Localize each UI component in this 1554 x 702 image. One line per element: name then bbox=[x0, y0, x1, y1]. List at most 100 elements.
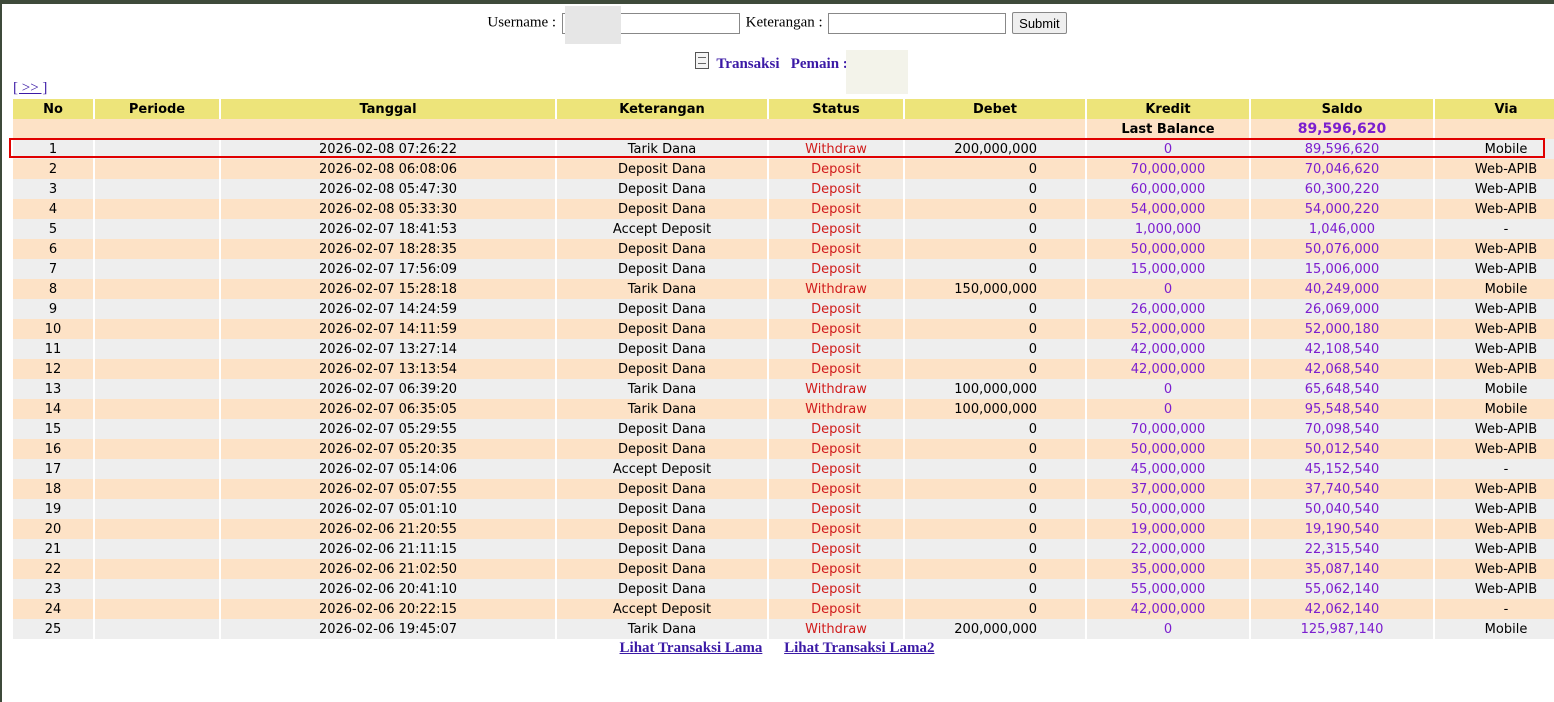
submit-button[interactable]: Submit bbox=[1012, 12, 1067, 34]
cell-no: 16 bbox=[13, 439, 93, 459]
table-row: 12 2026-02-07 13:13:54 Deposit Dana Deposit… bbox=[13, 359, 1554, 379]
cell-tanggal: 2026-02-07 05:29:55 bbox=[221, 419, 555, 439]
cell-debet: 0 bbox=[905, 179, 1085, 199]
cell-debet: 0 bbox=[905, 199, 1085, 219]
cell-kredit: 55,000,000 bbox=[1087, 579, 1249, 599]
keterangan-input[interactable] bbox=[828, 12, 1007, 34]
cell-keterangan: Deposit Dana bbox=[557, 519, 767, 539]
table-row: 4 2026-02-08 05:33:30 Deposit Dana Deposit 0… bbox=[13, 199, 1554, 219]
cell-kredit: 45,000,000 bbox=[1087, 459, 1249, 479]
cell-tanggal: 2026-02-08 05:47:30 bbox=[221, 179, 555, 199]
cell-no: 6 bbox=[13, 239, 93, 259]
cell-keterangan: Accept Deposit bbox=[557, 459, 767, 479]
cell-tanggal: 2026-02-08 05:33:30 bbox=[221, 199, 555, 219]
table-row: 21 2026-02-06 21:11:15 Deposit Dana Deposit… bbox=[13, 539, 1554, 559]
cell-via: Web-APIB bbox=[1435, 519, 1554, 539]
cell-via: Web-APIB bbox=[1435, 439, 1554, 459]
table-row: 14 2026-02-07 06:35:05 Tarik Dana Withdraw 1… bbox=[13, 399, 1554, 419]
table-row: 8 2026-02-07 15:28:18 Tarik Dana Withdraw 15… bbox=[13, 279, 1554, 299]
cell-tanggal: 2026-02-07 06:39:20 bbox=[221, 379, 555, 399]
cell-keterangan: Deposit Dana bbox=[557, 559, 767, 579]
cell-periode bbox=[95, 339, 219, 359]
cell-saldo: 50,040,540 bbox=[1251, 499, 1433, 519]
table-row: 1 2026-02-08 07:26:22 Tarik Dana Withdraw 20… bbox=[13, 139, 1554, 159]
cell-keterangan: Deposit Dana bbox=[557, 179, 767, 199]
next-page-link[interactable]: [ >> ] bbox=[13, 80, 47, 97]
cell-status: Deposit bbox=[769, 599, 903, 619]
table-row: 11 2026-02-07 13:27:14 Deposit Dana Deposit… bbox=[13, 339, 1554, 359]
col-header-keterangan: Keterangan bbox=[557, 99, 767, 119]
table-row: 5 2026-02-07 18:41:53 Accept Deposit Deposi… bbox=[13, 219, 1554, 239]
cell-kredit: 42,000,000 bbox=[1087, 339, 1249, 359]
cell-status: Deposit bbox=[769, 199, 903, 219]
cell-kredit: 70,000,000 bbox=[1087, 159, 1249, 179]
cell-status: Withdraw bbox=[769, 619, 903, 639]
username-label: Username : bbox=[487, 14, 557, 31]
cell-debet: 0 bbox=[905, 519, 1085, 539]
cell-keterangan: Deposit Dana bbox=[557, 339, 767, 359]
cell-status: Deposit bbox=[769, 519, 903, 539]
old-transactions-link[interactable]: Lihat Transaksi Lama bbox=[620, 640, 763, 656]
redacted-player bbox=[846, 50, 908, 94]
cell-debet: 0 bbox=[905, 579, 1085, 599]
cell-periode bbox=[95, 419, 219, 439]
cell-status: Deposit bbox=[769, 339, 903, 359]
cell-debet: 0 bbox=[905, 539, 1085, 559]
cell-periode bbox=[95, 519, 219, 539]
cell-periode bbox=[95, 239, 219, 259]
cell-tanggal: 2026-02-06 21:11:15 bbox=[221, 539, 555, 559]
cell-saldo: 40,249,000 bbox=[1251, 279, 1433, 299]
col-header-tanggal: Tanggal bbox=[221, 99, 555, 119]
cell-status: Deposit bbox=[769, 459, 903, 479]
cell-kredit: 19,000,000 bbox=[1087, 519, 1249, 539]
cell-status: Deposit bbox=[769, 319, 903, 339]
table-row: 24 2026-02-06 20:22:15 Accept Deposit Depos… bbox=[13, 599, 1554, 619]
cell-status: Withdraw bbox=[769, 279, 903, 299]
cell-via: Mobile bbox=[1435, 279, 1554, 299]
cell-no: 20 bbox=[13, 519, 93, 539]
cell-status: Deposit bbox=[769, 159, 903, 179]
cell-periode bbox=[95, 379, 219, 399]
cell-periode bbox=[95, 599, 219, 619]
table-row: 15 2026-02-07 05:29:55 Deposit Dana Deposit… bbox=[13, 419, 1554, 439]
old-transactions-link-2[interactable]: Lihat Transaksi Lama2 bbox=[784, 640, 934, 656]
cell-tanggal: 2026-02-07 05:20:35 bbox=[221, 439, 555, 459]
last-balance-row: Last Balance 89,596,620 bbox=[13, 119, 1554, 139]
cell-debet: 0 bbox=[905, 319, 1085, 339]
cell-kredit: 0 bbox=[1087, 379, 1249, 399]
cell-keterangan: Tarik Dana bbox=[557, 399, 767, 419]
cell-debet: 100,000,000 bbox=[905, 379, 1085, 399]
cell-periode bbox=[95, 619, 219, 639]
cell-no: 11 bbox=[13, 339, 93, 359]
cell-saldo: 37,740,540 bbox=[1251, 479, 1433, 499]
table-row: 9 2026-02-07 14:24:59 Deposit Dana Deposit 0… bbox=[13, 299, 1554, 319]
cell-kredit: 60,000,000 bbox=[1087, 179, 1249, 199]
cell-periode bbox=[95, 219, 219, 239]
cell-tanggal: 2026-02-06 20:22:15 bbox=[221, 599, 555, 619]
heading-transaksi: Transaksi bbox=[716, 56, 780, 72]
cell-status: Deposit bbox=[769, 559, 903, 579]
last-balance-value: 89,596,620 bbox=[1251, 119, 1433, 139]
table-row: 3 2026-02-08 05:47:30 Deposit Dana Deposit 0… bbox=[13, 179, 1554, 199]
last-balance-label: Last Balance bbox=[1087, 119, 1249, 139]
left-border bbox=[0, 0, 2, 702]
cell-saldo: 19,190,540 bbox=[1251, 519, 1433, 539]
cell-saldo: 60,300,220 bbox=[1251, 179, 1433, 199]
cell-no: 3 bbox=[13, 179, 93, 199]
cell-keterangan: Tarik Dana bbox=[557, 139, 767, 159]
table-row: 20 2026-02-06 21:20:55 Deposit Dana Deposit… bbox=[13, 519, 1554, 539]
cell-kredit: 0 bbox=[1087, 139, 1249, 159]
cell-via: Web-APIB bbox=[1435, 179, 1554, 199]
cell-periode bbox=[95, 159, 219, 179]
clipboard-icon bbox=[694, 52, 709, 70]
cell-periode bbox=[95, 559, 219, 579]
cell-kredit: 22,000,000 bbox=[1087, 539, 1249, 559]
cell-keterangan: Deposit Dana bbox=[557, 359, 767, 379]
top-border bbox=[0, 0, 1554, 4]
cell-periode bbox=[95, 259, 219, 279]
cell-via: Web-APIB bbox=[1435, 159, 1554, 179]
cell-tanggal: 2026-02-08 07:26:22 bbox=[221, 139, 555, 159]
cell-no: 12 bbox=[13, 359, 93, 379]
cell-via: Web-APIB bbox=[1435, 319, 1554, 339]
cell-debet: 0 bbox=[905, 339, 1085, 359]
